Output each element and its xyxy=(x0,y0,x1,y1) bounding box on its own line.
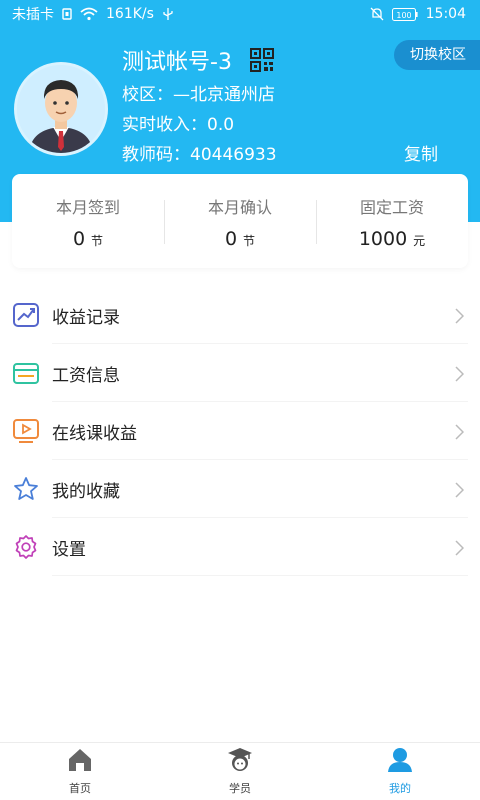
chevron-right-icon xyxy=(454,366,468,382)
stat-value: 0 xyxy=(224,228,238,250)
stat-value: 1000 xyxy=(358,228,408,250)
star-icon xyxy=(12,475,40,503)
tab-label: 我的 xyxy=(389,782,411,795)
teacher-avatar xyxy=(17,65,105,153)
stat-unit: 节 xyxy=(91,234,104,248)
menu-label: 在线课收益 xyxy=(52,423,137,444)
sim-icon xyxy=(62,8,72,20)
menu-item-income-records[interactable]: 收益记录 xyxy=(0,286,480,344)
qr-code-icon[interactable] xyxy=(249,48,274,72)
wallet-icon xyxy=(12,359,40,387)
chevron-right-icon xyxy=(454,308,468,324)
student-icon xyxy=(226,747,254,777)
clock: 15:04 xyxy=(425,6,466,22)
tab-label: 学员 xyxy=(229,782,251,795)
battery-icon: 100 xyxy=(391,7,418,21)
usb-icon xyxy=(162,7,174,21)
campus-text: 校区：—北京通州店 xyxy=(122,85,275,105)
menu-label: 设置 xyxy=(52,539,86,560)
mute-icon xyxy=(370,7,384,21)
stat-unit: 元 xyxy=(413,234,426,248)
menu-label: 收益记录 xyxy=(52,307,120,328)
tab-home[interactable]: 首页 xyxy=(0,743,160,800)
video-play-icon xyxy=(12,417,40,445)
menu-label: 工资信息 xyxy=(52,365,120,386)
menu-item-favorites[interactable]: 我的收藏 xyxy=(0,460,480,518)
trend-chart-icon xyxy=(12,301,40,329)
realtime-income-text: 实时收入：0.0 xyxy=(122,115,235,135)
chevron-right-icon xyxy=(454,482,468,498)
tab-students[interactable]: 学员 xyxy=(160,743,320,800)
home-icon xyxy=(66,747,94,777)
gear-icon xyxy=(12,533,40,561)
teacher-code-text: 教师码：40446933 xyxy=(122,145,277,165)
stat-label: 本月确认 xyxy=(207,198,272,217)
chevron-right-icon xyxy=(454,540,468,556)
stat-confirmed[interactable]: 本月确认 0 节 xyxy=(164,174,316,268)
battery-level: 100 xyxy=(396,11,411,20)
carrier-text: 未插卡 xyxy=(12,7,54,23)
stat-value: 0 xyxy=(72,228,86,250)
stat-fixed-salary[interactable]: 固定工资 1000 元 xyxy=(316,174,468,268)
stat-label: 固定工资 xyxy=(359,198,424,217)
bottom-tab-bar: 首页 学员 我的 xyxy=(0,742,480,800)
menu-item-salary-info[interactable]: 工资信息 xyxy=(0,344,480,402)
user-icon xyxy=(386,747,414,777)
account-name: 测试帐号-3 xyxy=(122,50,232,75)
stat-checkin[interactable]: 本月签到 0 节 xyxy=(12,174,164,268)
network-speed: 161K/s xyxy=(106,6,154,22)
stats-card: 本月签到 0 节 本月确认 0 节 固定工资 1000 元 xyxy=(12,174,468,268)
menu-list: 收益记录 工资信息 在线课收益 我的收藏 设置 xyxy=(0,286,480,576)
tab-mine[interactable]: 我的 xyxy=(320,743,480,800)
avatar[interactable] xyxy=(14,62,108,156)
chevron-right-icon xyxy=(454,424,468,440)
menu-label: 我的收藏 xyxy=(52,481,120,502)
wifi-icon xyxy=(80,7,98,21)
menu-item-online-course-income[interactable]: 在线课收益 xyxy=(0,402,480,460)
stat-unit: 节 xyxy=(243,234,256,248)
switch-campus-button[interactable]: 切换校区 xyxy=(394,40,480,70)
menu-item-settings[interactable]: 设置 xyxy=(0,518,480,576)
status-bar: 未插卡 161K/s 100 15:04 xyxy=(0,0,480,28)
copy-button[interactable]: 复制 xyxy=(404,140,438,165)
stat-label: 本月签到 xyxy=(55,198,120,217)
tab-label: 首页 xyxy=(69,782,91,795)
